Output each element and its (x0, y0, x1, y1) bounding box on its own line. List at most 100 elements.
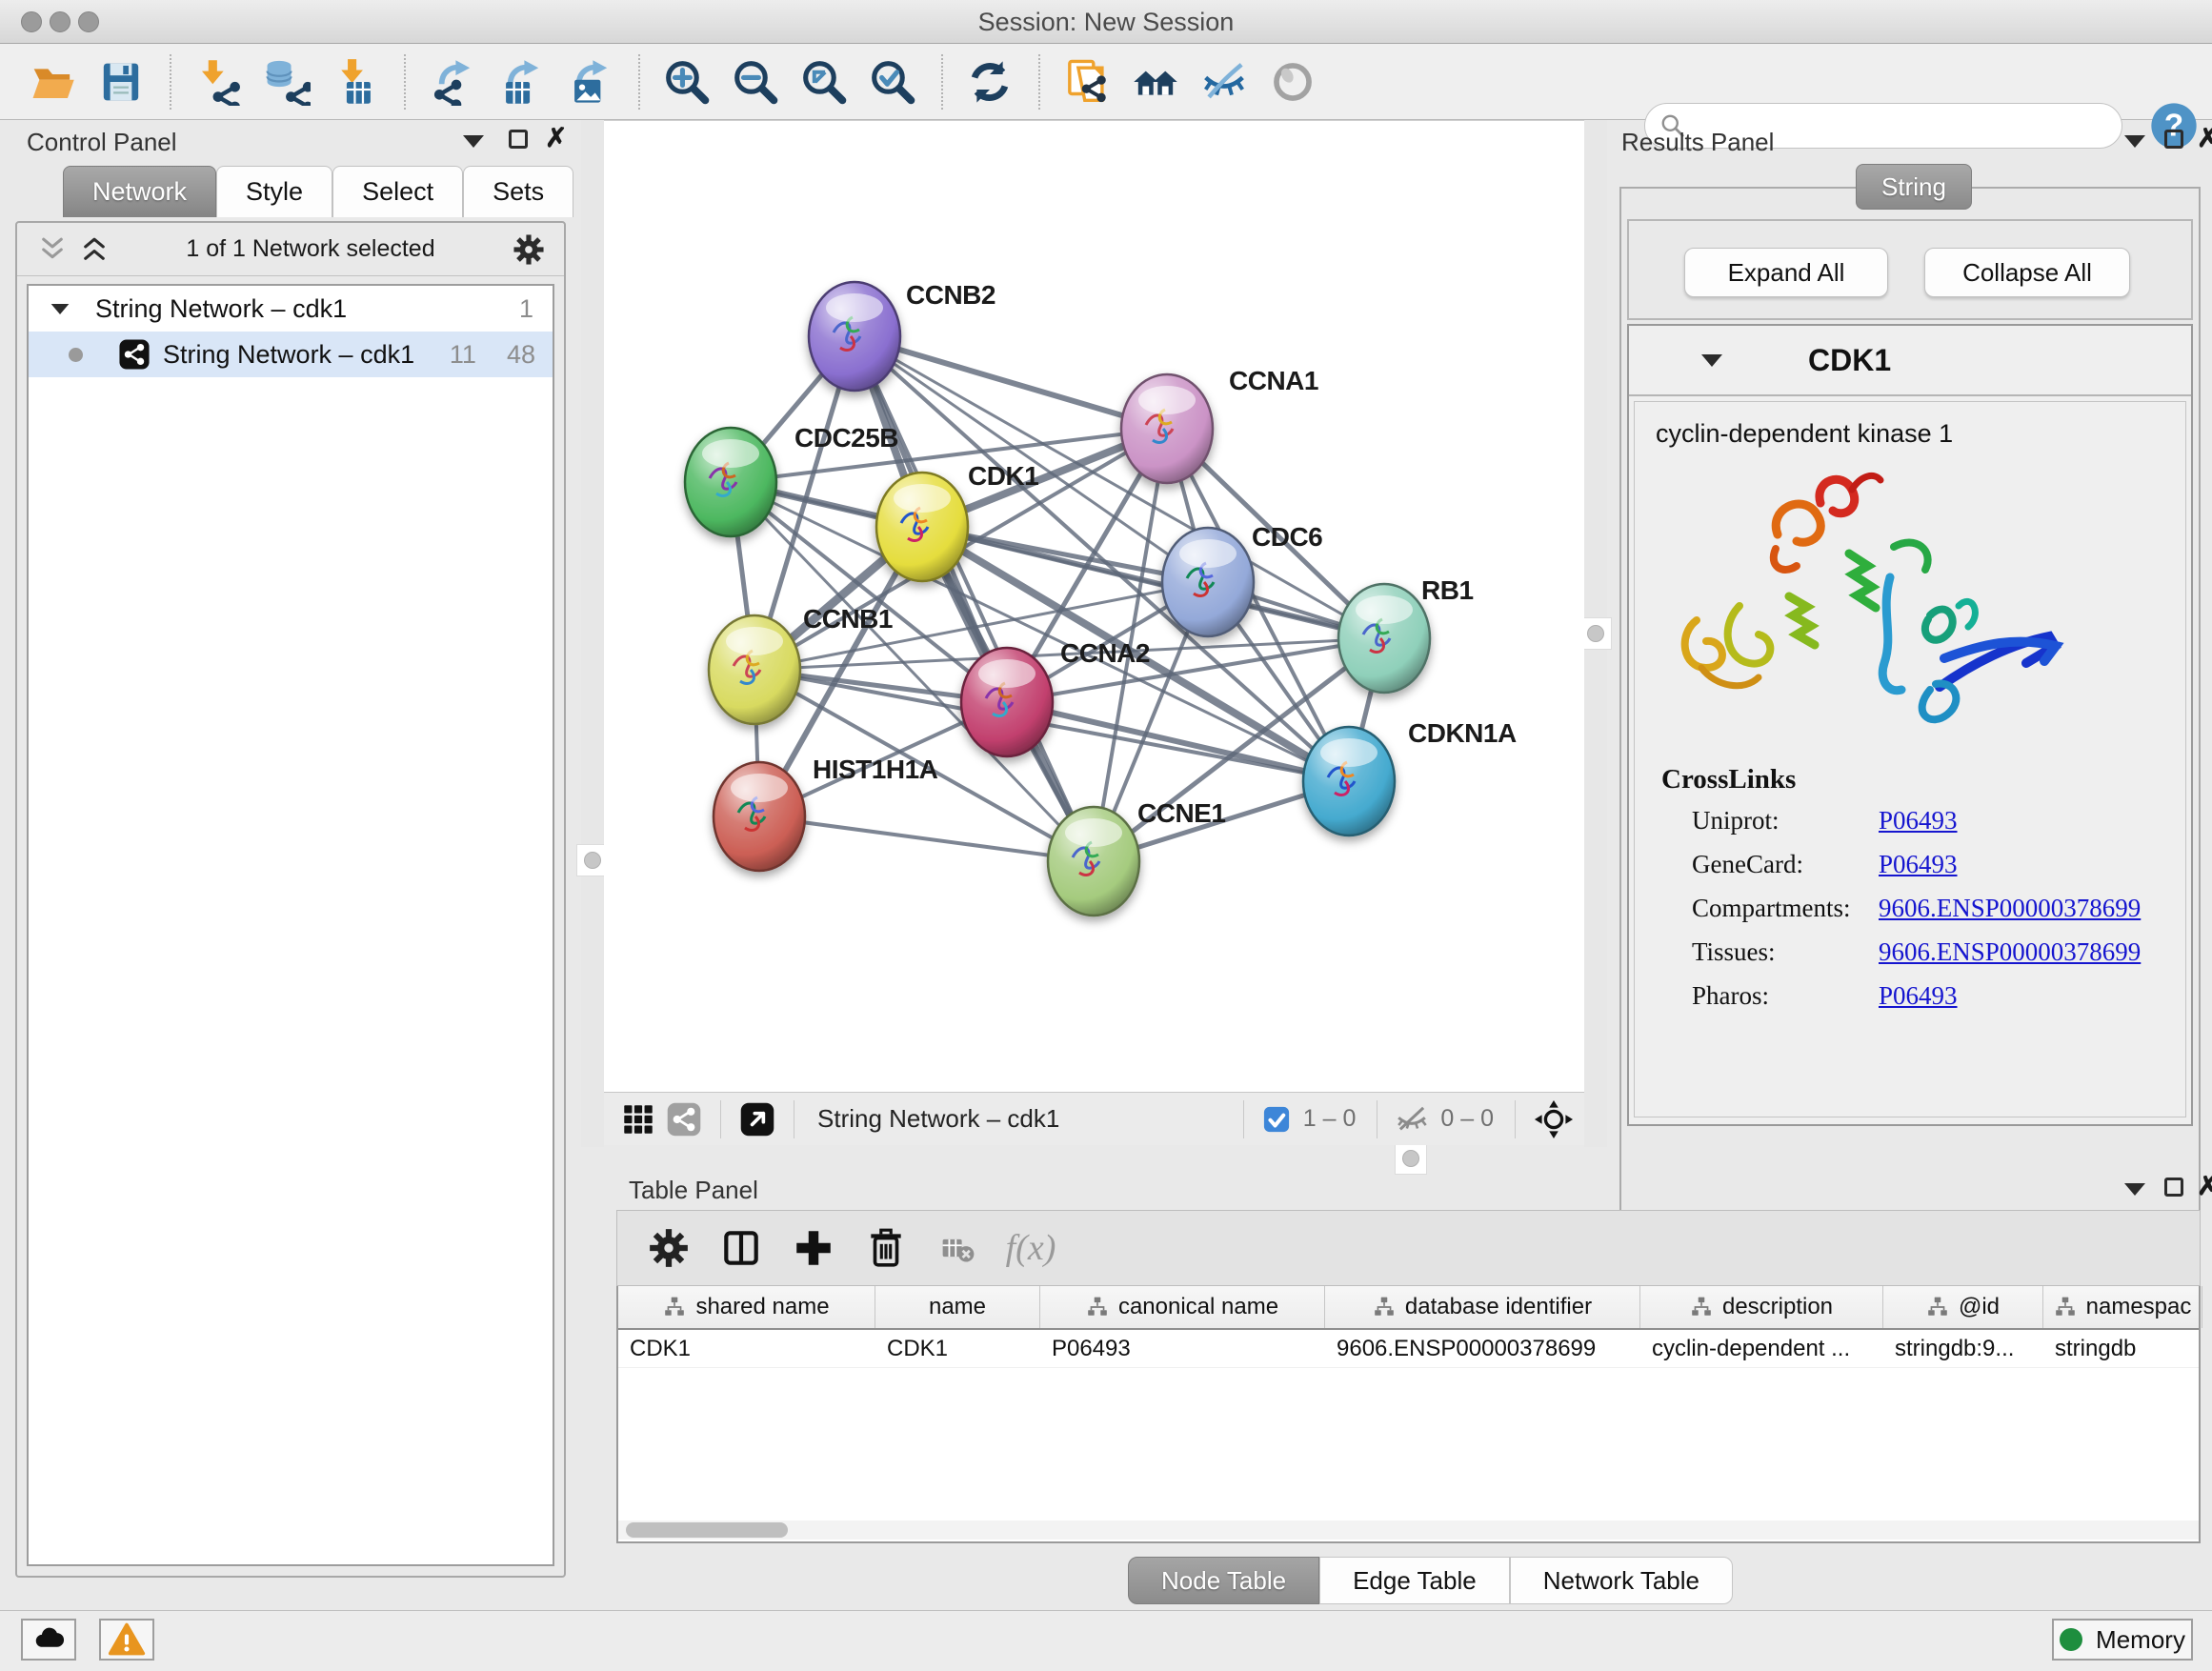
network-node-cdkn1a[interactable] (1303, 727, 1395, 836)
expand-all-button[interactable]: Expand All (1684, 248, 1888, 297)
column-header-description[interactable]: description (1640, 1286, 1883, 1328)
network-node-cdc25b[interactable] (685, 428, 776, 536)
selected-checkbox-icon[interactable] (1257, 1091, 1296, 1148)
export-image-icon[interactable] (562, 54, 617, 110)
grid-view-icon[interactable] (615, 1091, 661, 1148)
network-node-ccna1[interactable] (1121, 374, 1213, 483)
crosslink-value-link[interactable]: P06493 (1879, 806, 1958, 836)
export-network-icon[interactable] (425, 54, 480, 110)
expand-all-icon[interactable] (78, 233, 111, 266)
column-header-canonical-name[interactable]: canonical name (1040, 1286, 1325, 1328)
tab-select[interactable]: Select (332, 166, 463, 217)
fit-selected-crosshair-icon[interactable] (1529, 1091, 1579, 1148)
network-node-ccnb2[interactable] (809, 282, 900, 391)
memory-button[interactable]: Memory (2052, 1619, 2193, 1661)
column-header-label: canonical name (1118, 1294, 1278, 1320)
maximize-panel-icon[interactable] (2164, 130, 2183, 149)
zoom-in-icon[interactable] (659, 54, 714, 110)
save-session-icon[interactable] (93, 54, 149, 110)
column-header-name[interactable]: name (875, 1286, 1040, 1328)
table-cell[interactable]: 9606.ENSP00000378699 (1325, 1330, 1640, 1367)
table-row[interactable]: CDK1CDK1P064939606.ENSP00000378699cyclin… (618, 1330, 2199, 1368)
crosslink-value-link[interactable]: P06493 (1879, 981, 1958, 1011)
hide-selected-icon[interactable] (1196, 54, 1252, 110)
tab-edge-table[interactable]: Edge Table (1319, 1557, 1510, 1604)
crosslink-value-link[interactable]: 9606.ENSP00000378699 (1879, 894, 2141, 923)
column-header-namespac[interactable]: namespac (2043, 1286, 2202, 1328)
crosslink-value-link[interactable]: P06493 (1879, 850, 1958, 879)
tab-node-table[interactable]: Node Table (1128, 1557, 1319, 1604)
birds-eye-view-icon[interactable] (734, 1091, 780, 1148)
table-cell[interactable]: CDK1 (875, 1330, 1040, 1367)
zoom-out-icon[interactable] (728, 54, 783, 110)
network-canvas[interactable]: CCNB2CCNA1CDC25BCDK1CDC6RB1CCNB1CCNA2CDK… (604, 120, 1584, 1092)
network-node-hist1h1a[interactable] (714, 762, 805, 871)
import-network-database-icon[interactable] (259, 54, 314, 110)
table-cell[interactable]: stringdb:9... (1883, 1330, 2043, 1367)
network-node-ccne1[interactable] (1048, 807, 1139, 916)
warning-button[interactable] (99, 1619, 154, 1661)
column-header-shared-name[interactable]: shared name (618, 1286, 875, 1328)
node-label-ccna1: CCNA1 (1229, 366, 1318, 395)
collection-expander-icon[interactable] (51, 303, 70, 313)
scrollbar-thumb[interactable] (626, 1522, 788, 1538)
maximize-panel-icon[interactable] (2164, 1178, 2183, 1197)
float-panel-icon[interactable] (463, 135, 484, 148)
network-node-ccna2[interactable] (961, 648, 1053, 756)
close-panel-icon[interactable]: ✗ (2197, 1170, 2212, 1201)
tab-network[interactable]: Network (63, 166, 216, 217)
maximize-panel-icon[interactable] (509, 130, 528, 149)
crosslink-value-link[interactable]: 9606.ENSP00000378699 (1879, 937, 2141, 967)
split-columns-icon[interactable] (713, 1219, 770, 1277)
node-label-ccne1: CCNE1 (1137, 798, 1225, 828)
add-icon[interactable] (785, 1219, 842, 1277)
network-edge[interactable] (759, 816, 1094, 861)
tab-string[interactable]: String (1856, 164, 1972, 210)
gear-icon[interactable] (511, 232, 547, 268)
zoom-selected-icon[interactable] (865, 54, 920, 110)
table-cell[interactable]: CDK1 (618, 1330, 875, 1367)
table-tabs: Node TableEdge TableNetwork Table (1128, 1557, 1733, 1604)
table-cell[interactable]: P06493 (1040, 1330, 1325, 1367)
column-header--id[interactable]: @id (1883, 1286, 2043, 1328)
table-cell[interactable]: stringdb (2043, 1330, 2202, 1367)
open-file-icon[interactable] (25, 54, 80, 110)
column-header-database-identifier[interactable]: database identifier (1325, 1286, 1640, 1328)
gear-icon[interactable] (640, 1219, 697, 1277)
trash-icon[interactable] (857, 1219, 915, 1277)
network-collection-row[interactable]: String Network – cdk1 1 (29, 286, 553, 332)
memory-label: Memory (2096, 1625, 2185, 1655)
string-network-icon (117, 337, 151, 372)
tab-style[interactable]: Style (216, 166, 332, 217)
network-row[interactable]: String Network – cdk1 11 48 (29, 332, 553, 377)
close-panel-icon[interactable]: ✗ (2197, 122, 2212, 153)
table-cell[interactable]: cyclin-dependent ... (1640, 1330, 1883, 1367)
network-node-cdc6[interactable] (1162, 528, 1254, 636)
cloud-button[interactable] (21, 1619, 76, 1661)
left-splitter[interactable] (581, 120, 604, 1147)
protein-section-header[interactable]: CDK1 (1629, 326, 2191, 396)
network-node-ccnb1[interactable] (709, 615, 800, 724)
home-icon[interactable] (1128, 54, 1183, 110)
float-panel-icon[interactable] (2124, 135, 2145, 148)
refresh-icon[interactable] (962, 54, 1017, 110)
zoom-fit-icon[interactable] (796, 54, 852, 110)
float-panel-icon[interactable] (2124, 1183, 2145, 1196)
network-node-cdk1[interactable] (876, 473, 968, 581)
collapse-section-icon[interactable] (1701, 354, 1722, 367)
import-network-file-icon[interactable] (191, 54, 246, 110)
close-panel-icon[interactable]: ✗ (545, 122, 567, 153)
collapse-all-icon[interactable] (36, 233, 69, 266)
share-network-icon[interactable] (661, 1091, 707, 1148)
network-edge[interactable] (1007, 702, 1349, 781)
horizontal-scrollbar[interactable] (618, 1520, 2199, 1540)
right-splitter[interactable] (1584, 120, 1607, 1147)
network-from-selection-icon[interactable] (1059, 54, 1115, 110)
collapse-all-button[interactable]: Collapse All (1924, 248, 2130, 297)
network-edge[interactable] (855, 336, 1167, 429)
export-table-icon[interactable] (493, 54, 549, 110)
import-table-icon[interactable] (328, 54, 383, 110)
tab-sets[interactable]: Sets (463, 166, 573, 217)
tab-network-table[interactable]: Network Table (1510, 1557, 1733, 1604)
network-node-rb1[interactable] (1338, 584, 1430, 693)
